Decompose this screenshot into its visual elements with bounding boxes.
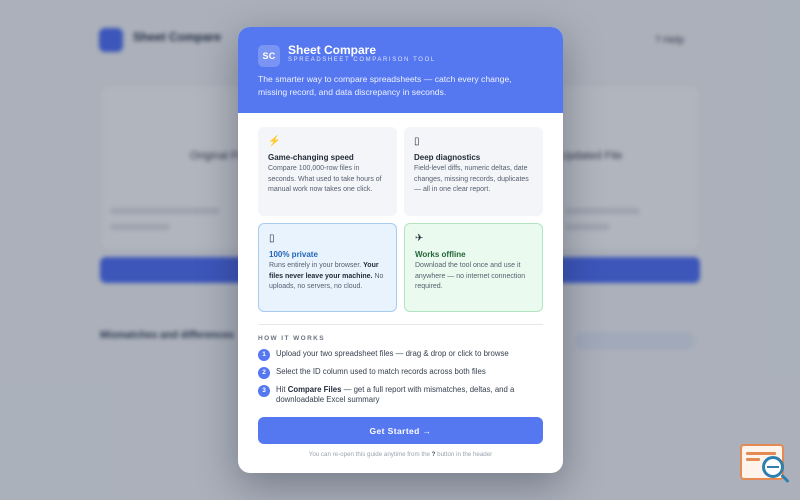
feature-description: Download the tool once and use it anywhe… bbox=[415, 262, 526, 290]
step-text: Select the ID column used to match recor… bbox=[276, 367, 486, 376]
modal-subtitle: SPREADSHEET COMPARISON TOOL bbox=[288, 57, 436, 63]
feature-description: Compare 100,000-row files in seconds. Wh… bbox=[268, 165, 382, 193]
how-it-works-heading: HOW IT WORKS bbox=[258, 335, 325, 342]
footer-text-start: You can re-open this guide anytime from … bbox=[308, 451, 432, 458]
frame-bar bbox=[746, 452, 776, 455]
airplane-icon: ✈ bbox=[415, 233, 424, 244]
section-divider bbox=[258, 324, 543, 325]
lock-icon: ▯ bbox=[269, 233, 275, 244]
feature-title: Deep diagnostics bbox=[414, 153, 481, 162]
feature-description: Runs entirely in your browser. Your file… bbox=[269, 261, 386, 293]
brand-badge: SC bbox=[258, 45, 280, 67]
modal-intro: The smarter way to compare spreadsheets … bbox=[258, 74, 512, 97]
inspect-widget-icon[interactable] bbox=[740, 444, 792, 490]
modal-title: Sheet Compare bbox=[288, 43, 377, 57]
feature-title: Game-changing speed bbox=[268, 153, 354, 162]
feature-description-start: Runs entirely in your browser. bbox=[269, 262, 364, 269]
feature-title: Works offline bbox=[415, 250, 466, 259]
feature-card-speed: ⚡ Game-changing speed Compare 100,000-ro… bbox=[258, 127, 397, 216]
feature-card-private: ▯ 100% private Runs entirely in your bro… bbox=[258, 223, 397, 312]
step-text-emphasis: Compare Files bbox=[287, 385, 342, 394]
modal-header: SC Sheet Compare SPREADSHEET COMPARISON … bbox=[238, 27, 563, 113]
step-text: Hit Compare Files — get a full report wi… bbox=[276, 385, 546, 405]
feature-title: 100% private bbox=[269, 250, 318, 259]
modal-footer-note: You can re-open this guide anytime from … bbox=[238, 451, 563, 458]
magnifier-icon: ▯ bbox=[414, 136, 420, 147]
frame-bar bbox=[746, 458, 760, 461]
get-started-button[interactable]: Get Started → bbox=[258, 417, 543, 444]
footer-text-end: button in the header bbox=[435, 451, 493, 458]
step-number: 1 bbox=[258, 349, 270, 361]
feature-card-diagnostics: ▯ Deep diagnostics Field-level diffs, nu… bbox=[404, 127, 543, 216]
step-text-start: Hit bbox=[276, 385, 288, 394]
feature-description: Field-level diffs, numeric deltas, date … bbox=[414, 165, 529, 193]
lightning-icon: ⚡ bbox=[268, 136, 281, 147]
step-text: Upload your two spreadsheet files — drag… bbox=[276, 349, 509, 358]
feature-card-offline: ✈ Works offline Download the tool once a… bbox=[404, 223, 543, 312]
step-number: 3 bbox=[258, 385, 270, 397]
step-number: 2 bbox=[258, 367, 270, 379]
magnifier-line-shape bbox=[767, 466, 779, 468]
welcome-modal: SC Sheet Compare SPREADSHEET COMPARISON … bbox=[238, 27, 563, 473]
